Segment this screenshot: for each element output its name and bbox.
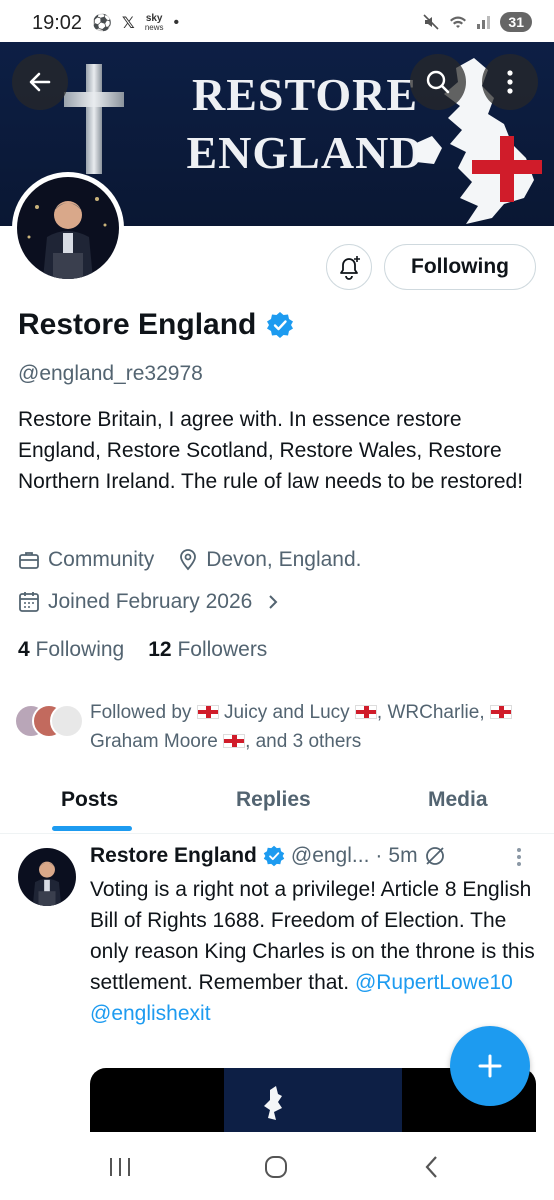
profile-avatar[interactable] [12, 172, 124, 284]
joined-label: Joined February 2026 [48, 590, 253, 613]
home-button[interactable] [256, 1152, 296, 1182]
home-icon [265, 1156, 287, 1178]
plus-icon [478, 1054, 502, 1078]
back-nav-button[interactable] [412, 1152, 452, 1182]
recent-apps-button[interactable] [100, 1152, 140, 1182]
more-vertical-icon [517, 848, 521, 866]
wifi-icon [450, 16, 467, 28]
recent-apps-icon [110, 1158, 130, 1176]
notifications-bell-button[interactable] [326, 244, 372, 290]
compose-post-button[interactable] [450, 1026, 530, 1106]
category-item: Community [18, 548, 154, 572]
mention-link[interactable]: @RupertLowe10 [355, 971, 513, 994]
location-label: Devon, England. [206, 548, 362, 571]
profile-handle: @england_re32978 [18, 362, 203, 385]
battery-indicator: 31 [500, 12, 532, 32]
post-header: Restore England @engl... · 5m [90, 844, 446, 868]
profile-name-row: Restore England [18, 308, 294, 342]
followed-by-text: Followed by Juicy and Lucy , WRCharlie, … [90, 698, 550, 756]
search-icon [426, 70, 450, 94]
status-right-icons: 31 [422, 12, 532, 32]
profile-bio: Restore Britain, I agree with. In essenc… [18, 408, 524, 493]
following-button[interactable]: Following [384, 244, 536, 290]
football-icon: ⚽ [92, 15, 112, 32]
followers-count-link[interactable]: 12 Followers [148, 638, 267, 662]
uk-map-image [264, 1086, 282, 1120]
tab-media[interactable]: Media [428, 788, 488, 812]
category-label: Community [48, 548, 155, 571]
tab-posts[interactable]: Posts [61, 788, 118, 812]
avatar-image [18, 848, 76, 906]
england-flag-icon [196, 705, 219, 719]
post-author-name[interactable]: Restore England [90, 844, 257, 868]
post-more-button[interactable] [516, 846, 522, 873]
location-pin-icon [180, 549, 197, 571]
more-options-button[interactable] [482, 54, 538, 110]
status-bar: 19:02 ⚽ 𝕏 sky news • 31 [0, 0, 554, 44]
post-timestamp: 5m [388, 844, 418, 867]
system-navigation-bar [0, 1132, 554, 1200]
following-count-link[interactable]: 4 Following [18, 638, 124, 662]
follow-counts: 4 Following 12 Followers [18, 638, 267, 662]
back-chevron-icon [425, 1156, 437, 1178]
active-tab-indicator [52, 826, 132, 831]
back-arrow-icon [29, 72, 51, 92]
cross-image [64, 64, 124, 174]
joined-row[interactable]: Joined February 2026 [18, 590, 280, 614]
grok-icon[interactable] [424, 845, 446, 867]
signal-icon [477, 16, 491, 29]
profile-meta-row: Community Devon, England. [18, 548, 377, 572]
status-left-icons: ⚽ 𝕏 sky news • [92, 13, 179, 33]
profile-tabs: Posts Replies Media [0, 770, 554, 834]
sky-news-icon: sky news [144, 13, 164, 33]
profile-name: Restore England [18, 308, 257, 341]
mute-icon [423, 14, 439, 30]
post-author-avatar[interactable] [18, 848, 76, 906]
mention-link[interactable]: @englishexit [90, 1002, 211, 1025]
england-flag-icon [489, 705, 512, 719]
follower-avatar [50, 704, 84, 738]
verified-badge-icon[interactable] [266, 311, 294, 339]
more-vertical-icon [507, 70, 513, 94]
dot-icon: • [173, 14, 180, 31]
followed-by-avatars [14, 698, 84, 742]
status-time: 19:02 [32, 12, 83, 34]
tab-replies[interactable]: Replies [236, 788, 311, 812]
followed-by-section[interactable]: Followed by Juicy and Lucy , WRCharlie, … [14, 698, 512, 752]
england-flag-icon [223, 734, 246, 748]
avatar-image [17, 177, 119, 279]
post-text: Voting is a right not a privilege! Artic… [90, 878, 535, 1025]
post-author-handle[interactable]: @engl... [291, 844, 370, 868]
search-button[interactable] [410, 54, 466, 110]
media-map-panel [224, 1068, 402, 1134]
back-button[interactable] [12, 54, 68, 110]
chevron-right-icon [269, 595, 278, 609]
verified-badge-icon [263, 845, 285, 867]
calendar-icon [19, 592, 39, 612]
briefcase-icon [19, 552, 39, 569]
england-flag-icon [354, 705, 377, 719]
location-item: Devon, England. [178, 548, 361, 572]
x-icon: 𝕏 [121, 15, 135, 32]
post-separator: · [375, 844, 383, 867]
bell-plus-icon [340, 256, 360, 280]
